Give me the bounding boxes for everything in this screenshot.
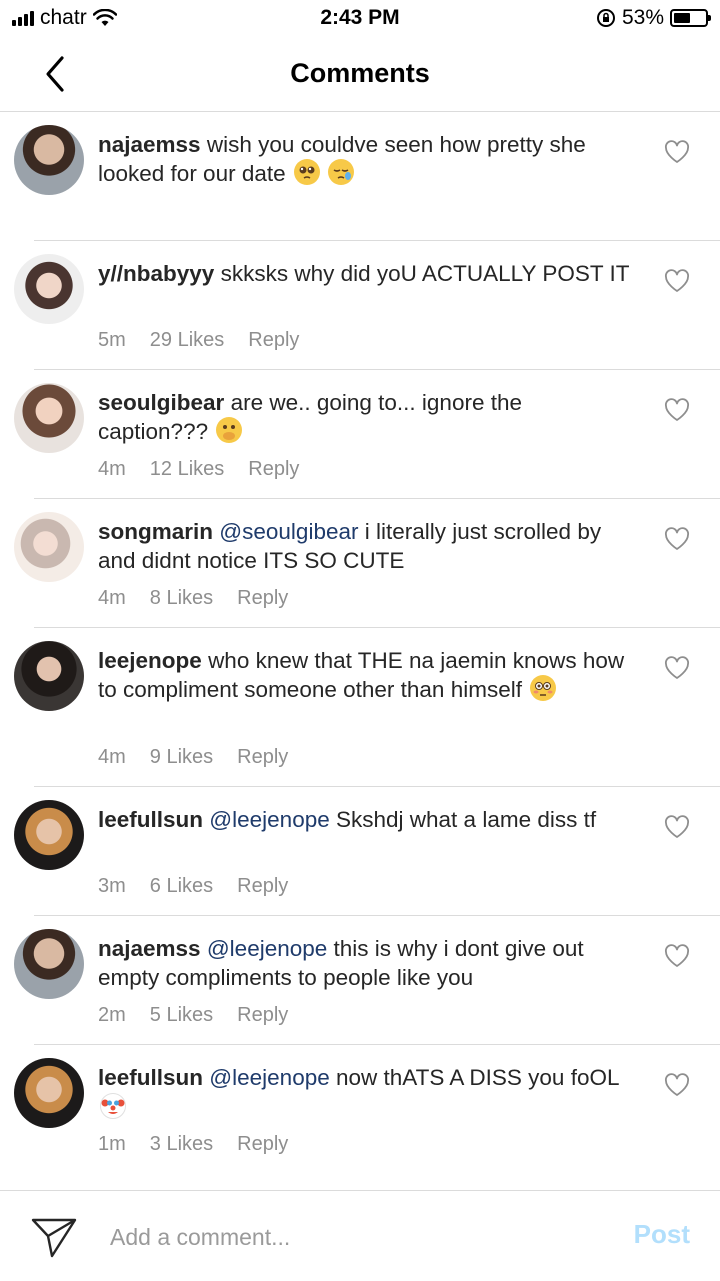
comment-likes[interactable]: 9 Likes — [150, 746, 213, 769]
battery-percent: 53% — [621, 6, 664, 29]
comment-username[interactable]: leefullsun — [98, 1065, 203, 1090]
comment-row: leefullsun @leejenope Skshdj what a lame… — [0, 787, 720, 916]
header: Comments — [0, 38, 720, 112]
comment-meta: 3m 6 Likes Reply — [98, 875, 288, 898]
comment-time: 4m — [98, 458, 126, 480]
caption-text: najaemss wish you couldve seen how prett… — [98, 130, 638, 188]
comment-text: y//nbabyyy skksks why did yoU ACTUALLY P… — [98, 259, 638, 288]
reply-button[interactable]: Reply — [248, 458, 299, 481]
comment-meta: 1m 3 Likes Reply — [98, 1133, 288, 1156]
avatar[interactable] — [14, 800, 84, 870]
comment-meta: 4m 12 Likes Reply — [98, 458, 299, 481]
comment-likes[interactable]: 29 Likes — [150, 329, 225, 352]
comment-likes[interactable]: 6 Likes — [150, 875, 213, 898]
avatar[interactable] — [14, 125, 84, 195]
reply-button[interactable]: Reply — [237, 1133, 288, 1156]
comment-time: 2m — [98, 1004, 126, 1026]
comment-time: 5m — [98, 329, 126, 351]
comment-meta: 4m 9 Likes Reply — [98, 746, 288, 769]
comment-username[interactable]: najaemss — [98, 936, 201, 961]
comment-body: Skshdj what a lame diss tf — [336, 807, 597, 832]
comment-time: 1m — [98, 1133, 126, 1155]
like-heart-icon[interactable] — [664, 656, 690, 680]
flushed-face-emoji — [530, 675, 557, 701]
comment-input[interactable] — [110, 1219, 590, 1255]
comment-row: songmarin @seoulgibear i literally just … — [0, 499, 720, 628]
comment-row: seoulgibear are we.. going to... ignore … — [0, 370, 720, 499]
comment-row: najaemss @leejenope this is why i dont g… — [0, 916, 720, 1045]
like-heart-icon[interactable] — [664, 815, 690, 839]
avatar[interactable] — [14, 929, 84, 999]
battery-icon — [670, 9, 711, 27]
clown-face-emoji — [100, 1093, 126, 1119]
comment-text: leejenope who knew that THE na jaemin kn… — [98, 646, 638, 704]
comment-body: now thATS A DISS you foOL — [336, 1065, 619, 1090]
avatar[interactable] — [14, 1058, 84, 1128]
like-heart-icon[interactable] — [664, 140, 690, 164]
comment-mention[interactable]: @leejenope — [209, 807, 329, 832]
page-title: Comments — [290, 58, 430, 88]
comment-time: 3m — [98, 875, 126, 897]
like-heart-icon[interactable] — [664, 1073, 690, 1097]
like-heart-icon[interactable] — [664, 398, 690, 422]
comment-mention[interactable]: @seoulgibear — [219, 519, 358, 544]
comment-likes[interactable]: 3 Likes — [150, 1133, 213, 1156]
comment-meta: 4m 8 Likes Reply — [98, 587, 288, 610]
comment-text: najaemss @leejenope this is why i dont g… — [98, 934, 638, 992]
comment-likes[interactable]: 12 Likes — [150, 458, 225, 481]
post-button[interactable]: Post — [634, 1219, 690, 1250]
reply-button[interactable]: Reply — [237, 587, 288, 610]
comment-mention[interactable]: @leejenope — [207, 936, 327, 961]
comment-composer: Post — [0, 1190, 720, 1281]
comment-meta: 2m 5 Likes Reply — [98, 1004, 288, 1027]
comment-username[interactable]: najaemss — [98, 132, 201, 157]
comment-username[interactable]: y//nbabyyy — [98, 261, 214, 286]
hand-over-mouth-emoji — [216, 417, 243, 443]
avatar[interactable] — [14, 512, 84, 582]
comment-body: skksks why did yoU ACTUALLY POST IT — [220, 261, 630, 286]
caption-row: najaemss wish you couldve seen how prett… — [0, 112, 720, 241]
reply-button[interactable]: Reply — [248, 329, 299, 352]
orientation-lock-icon — [596, 9, 615, 27]
comment-username[interactable]: songmarin — [98, 519, 213, 544]
status-right: 53% — [596, 6, 711, 30]
comment-likes[interactable]: 8 Likes — [150, 587, 213, 610]
pleading-face-emoji — [293, 159, 320, 185]
comment-text: leefullsun @leejenope Skshdj what a lame… — [98, 805, 638, 834]
comment-text: songmarin @seoulgibear i literally just … — [98, 517, 638, 575]
like-heart-icon[interactable] — [664, 944, 690, 968]
reply-button[interactable]: Reply — [237, 875, 288, 898]
comment-text: seoulgibear are we.. going to... ignore … — [98, 388, 638, 446]
comment-meta: 5m 29 Likes Reply — [98, 329, 299, 352]
comment-time: 4m — [98, 587, 126, 609]
comment-username[interactable]: leefullsun — [98, 807, 203, 832]
comment-username[interactable]: seoulgibear — [98, 390, 224, 415]
like-heart-icon[interactable] — [664, 269, 690, 293]
comment-time: 4m — [98, 746, 126, 768]
avatar[interactable] — [14, 383, 84, 453]
comment-mention[interactable]: @leejenope — [209, 1065, 329, 1090]
comment-likes[interactable]: 5 Likes — [150, 1004, 213, 1027]
comment-username[interactable]: leejenope — [98, 648, 202, 673]
comment-row: leejenope who knew that THE na jaemin kn… — [0, 628, 720, 787]
send-icon[interactable] — [30, 1217, 78, 1259]
reply-button[interactable]: Reply — [237, 746, 288, 769]
avatar[interactable] — [14, 254, 84, 324]
battery-fill — [674, 13, 690, 23]
sleepy-face-emoji — [328, 159, 355, 185]
like-heart-icon[interactable] — [664, 527, 690, 551]
comment-row: leefullsun @leejenope now thATS A DISS y… — [0, 1045, 720, 1174]
comment-row: y//nbabyyy skksks why did yoU ACTUALLY P… — [0, 241, 720, 370]
comment-text: leefullsun @leejenope now thATS A DISS y… — [98, 1063, 638, 1121]
avatar[interactable] — [14, 641, 84, 711]
status-bar: chatr 2:43 PM 53% — [0, 0, 720, 38]
reply-button[interactable]: Reply — [237, 1004, 288, 1027]
